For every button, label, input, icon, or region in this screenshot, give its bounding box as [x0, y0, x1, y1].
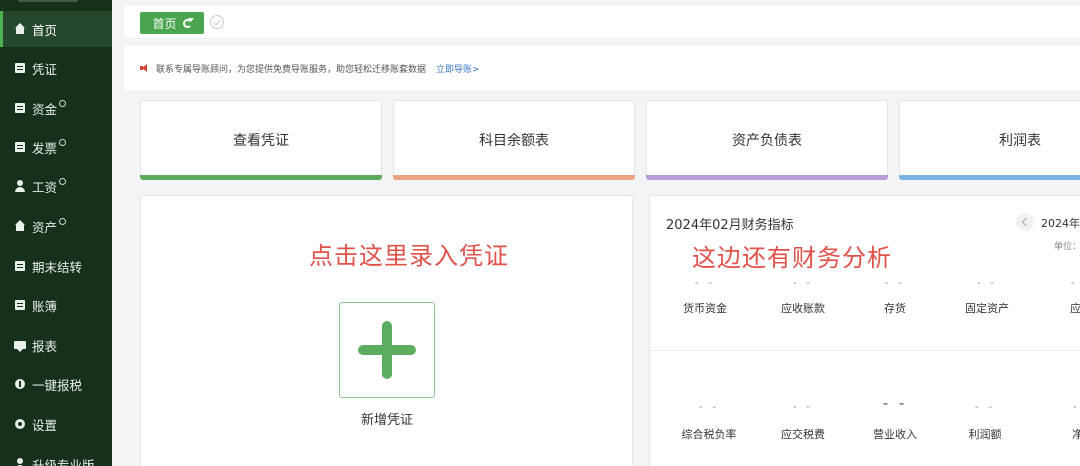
sidebar-item-invoice[interactable]: 发票 [0, 129, 112, 165]
invoice-icon [14, 141, 26, 153]
metric-value: - - [792, 400, 814, 413]
sidebar-item-salary[interactable]: 工资 [0, 168, 112, 204]
metric-label: 综合税负率 [681, 428, 737, 441]
quick-card-label: 利润表 [999, 133, 1041, 149]
sidebar-item-assets[interactable]: 资产 [0, 208, 112, 244]
metric-label: 存货 [884, 302, 906, 315]
metric-value: - - [974, 400, 996, 413]
metric-label: 应收账款 [781, 302, 825, 315]
metric-value: - - [698, 400, 720, 413]
metric-label: 应付 [1070, 302, 1080, 315]
lock-icon [59, 138, 67, 146]
settings-icon [14, 418, 26, 430]
metric-label: 利润额 [968, 428, 1002, 441]
sidebar-item-label: 资金 [32, 101, 58, 117]
home-icon [14, 23, 26, 35]
add-voucher-button[interactable] [339, 302, 435, 398]
voucher-icon [14, 62, 26, 74]
unit-label: 单位： [1054, 242, 1080, 252]
finance-title: 2024年02月财务指标 [666, 218, 794, 233]
metric-value: - - [694, 276, 716, 289]
sidebar-item-label: 工资 [32, 179, 58, 195]
sidebar-item-label: 报表 [32, 338, 58, 354]
finance-callout: 这边还有财务分析 [692, 244, 892, 272]
metric-value: - - [882, 394, 908, 412]
voucher-callout: 点击这里录入凭证 [309, 242, 509, 270]
tab-home[interactable]: 首页 [140, 12, 204, 34]
add-voucher-label: 新增凭证 [360, 413, 413, 428]
report-icon [14, 339, 26, 352]
prev-period-icon[interactable] [1016, 213, 1034, 231]
closing-icon [14, 260, 26, 272]
sidebar-item-ledger[interactable]: 账簿 [0, 287, 112, 323]
metric-label: 营业收入 [873, 428, 917, 441]
card-stripe [646, 175, 888, 180]
main-content: 首页 联系专属导账顾问，为您提供免费导账服务，助您轻松迁移账套数据 立即导账> … [112, 0, 1080, 466]
metric-value: - - [884, 276, 906, 289]
card-stripe [393, 175, 635, 180]
import-now-link[interactable]: 立即导账> [436, 62, 480, 75]
card-stripe [899, 175, 1080, 180]
lock-icon [59, 217, 67, 225]
notice-text: 联系专属导账顾问，为您提供免费导账服务，助您轻松迁移账套数据 [156, 64, 427, 75]
metric-value: - - [792, 276, 814, 289]
metric-label: 固定资产 [965, 302, 1009, 315]
sidebar-item-report[interactable]: 报表 [0, 327, 112, 363]
refresh-icon[interactable] [182, 17, 194, 28]
divider [650, 350, 1080, 351]
salary-icon [14, 180, 26, 192]
voucher-panel: 点击这里录入凭证 新增凭证 [140, 195, 633, 466]
quick-balance-sheet-subjects[interactable]: 科目余额表 [393, 100, 635, 180]
sidebar-item-voucher[interactable]: 凭证 [0, 50, 112, 86]
sidebar-item-label: 期末结转 [32, 259, 83, 275]
quick-card-label: 科目余额表 [479, 133, 549, 149]
assets-icon [14, 220, 26, 232]
quick-view-voucher[interactable]: 查看凭证 [140, 100, 382, 180]
sidebar-logo [0, 0, 112, 6]
speaker-icon [140, 63, 150, 73]
sidebar-item-label: 设置 [32, 417, 58, 433]
ledger-icon [14, 299, 26, 311]
quick-balance-sheet[interactable]: 资产负债表 [646, 100, 888, 180]
card-stripe [140, 175, 382, 180]
metric-value: - - [976, 276, 998, 289]
upgrade-icon [14, 458, 26, 466]
sidebar-item-tax[interactable]: 一键报税 [0, 366, 112, 402]
sidebar-item-funds[interactable]: 资金 [0, 90, 112, 126]
metric-value: - - [1072, 400, 1080, 413]
funds-icon [14, 102, 26, 114]
lock-icon [59, 177, 67, 185]
finance-indicators-panel: 2024年02月财务指标 2024年0 单位： 这边还有财务分析 - - 货币资… [649, 195, 1080, 466]
sidebar-item-closing[interactable]: 期末结转 [0, 248, 112, 284]
quick-income-statement[interactable]: 利润表 [899, 100, 1080, 180]
quick-card-label: 查看凭证 [233, 133, 289, 149]
tab-home-label: 首页 [152, 16, 177, 31]
period-selector[interactable]: 2024年0 [1041, 215, 1080, 231]
sidebar-item-upgrade[interactable]: 升级专业版 [0, 446, 112, 466]
notice-bar: 联系专属导账顾问，为您提供免费导账服务，助您轻松迁移账套数据 立即导账> [124, 46, 1080, 90]
sidebar-item-label: 凭证 [32, 61, 58, 77]
plus-icon [358, 321, 416, 379]
metric-label: 货币资金 [683, 302, 727, 315]
lock-icon [59, 99, 67, 107]
tab-bar [124, 6, 1080, 38]
tax-icon [14, 378, 26, 390]
sidebar-item-label: 账簿 [32, 298, 58, 314]
sidebar-item-label: 首页 [32, 22, 58, 38]
check-circle-icon[interactable] [210, 15, 224, 29]
metric-label: 应交税费 [781, 428, 825, 441]
sidebar-item-label: 资产 [32, 219, 58, 235]
metric-label: 净利 [1048, 426, 1080, 442]
sidebar-item-label: 一键报税 [32, 377, 83, 393]
sidebar: 首页 凭证 资金 发票 工资 资产 期末结转 账簿 报表 一键报税 设置 升级专… [0, 0, 112, 466]
sidebar-item-home[interactable]: 首页 [0, 11, 112, 47]
sidebar-item-label: 发票 [32, 140, 58, 156]
sidebar-item-label: 升级专业版 [32, 457, 95, 466]
metric-value: - - [1070, 276, 1080, 289]
quick-card-label: 资产负债表 [732, 133, 802, 149]
sidebar-item-settings[interactable]: 设置 [0, 406, 112, 442]
